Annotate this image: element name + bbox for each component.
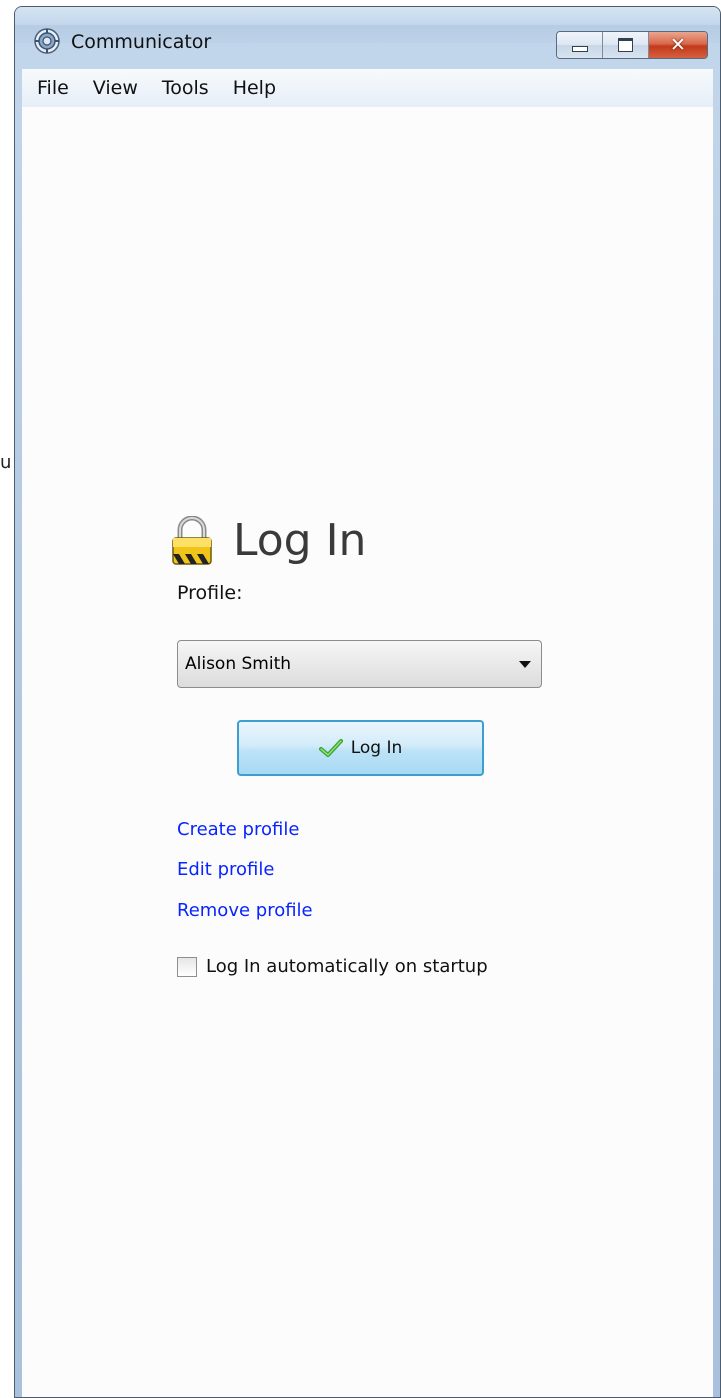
edit-profile-link[interactable]: Edit profile — [177, 859, 274, 880]
login-header: Log In — [169, 515, 366, 566]
communicator-gear-icon[interactable] — [34, 28, 60, 54]
auto-login-label: Log In automatically on startup — [206, 956, 488, 977]
close-icon: ✕ — [670, 33, 686, 56]
maximize-button[interactable] — [603, 32, 649, 58]
caption-buttons: ✕ — [556, 31, 708, 59]
desktop-stray-text: u — [0, 452, 12, 473]
profile-dropdown[interactable]: Alison Smith — [177, 640, 542, 688]
menu-file[interactable]: File — [22, 77, 81, 99]
login-button-label: Log In — [350, 738, 403, 758]
create-profile-link[interactable]: Create profile — [177, 819, 299, 840]
menu-tools[interactable]: Tools — [150, 77, 221, 99]
client-area: Log In Profile: Alison Smith Log In Crea… — [22, 107, 713, 1397]
close-button[interactable]: ✕ — [649, 32, 707, 58]
minimize-icon — [571, 46, 588, 52]
login-title: Log In — [233, 515, 367, 566]
remove-profile-link[interactable]: Remove profile — [177, 900, 313, 921]
auto-login-checkbox[interactable] — [177, 956, 197, 977]
profile-label: Profile: — [177, 582, 243, 604]
communicator-window: Communicator ✕ File View Tools Help Log … — [14, 6, 721, 1398]
auto-login-option[interactable]: Log In automatically on startup — [177, 956, 488, 977]
profile-selected-value: Alison Smith — [185, 654, 292, 674]
padlock-icon — [172, 515, 212, 565]
checkmark-icon — [318, 739, 343, 757]
menu-bar: File View Tools Help — [22, 69, 713, 107]
login-button[interactable]: Log In — [237, 720, 484, 776]
window-title: Communicator — [71, 31, 212, 53]
menu-view[interactable]: View — [81, 77, 150, 99]
maximize-icon — [618, 38, 633, 52]
chevron-down-icon — [519, 661, 531, 668]
minimize-button[interactable] — [557, 32, 603, 58]
menu-help[interactable]: Help — [221, 77, 288, 99]
